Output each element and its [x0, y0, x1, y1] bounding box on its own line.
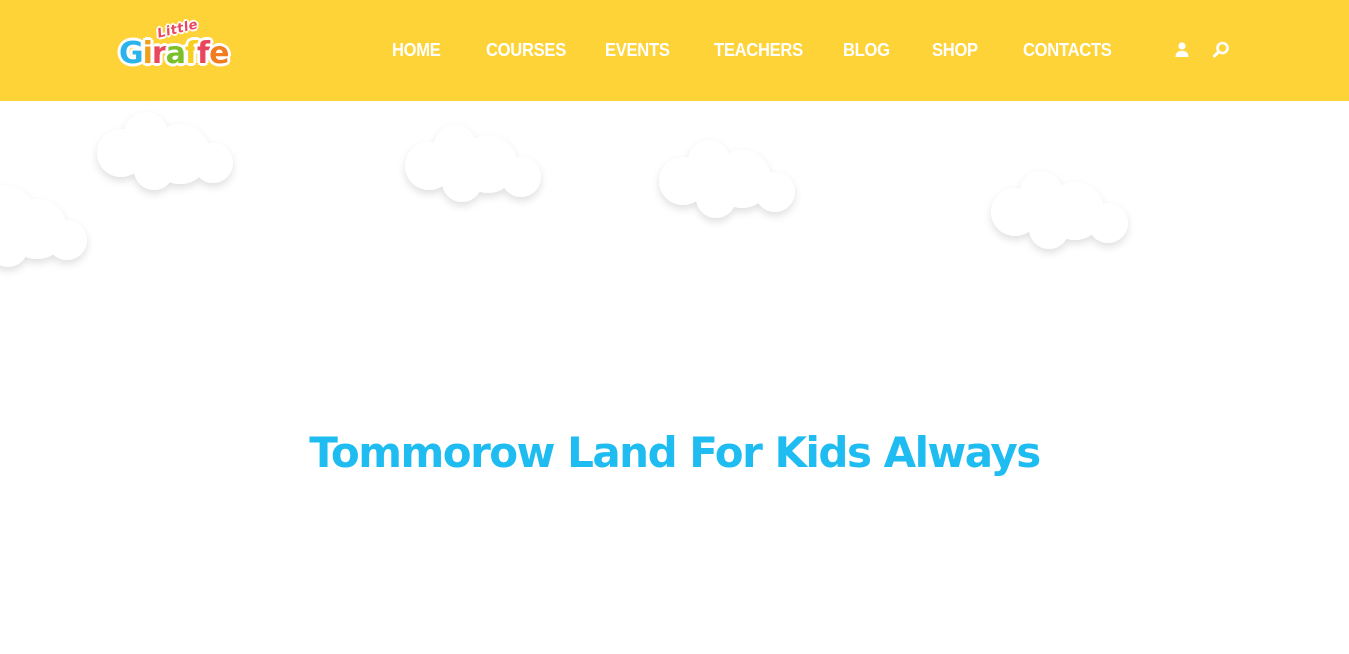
cloud-4 [991, 171, 1128, 249]
cloud-left [0, 185, 87, 267]
nav-item-contacts[interactable]: CONTACTS [1023, 40, 1112, 61]
search-icon[interactable] [1212, 41, 1230, 59]
site-header: Little Giraffe HOME COURSES EVENTS TEACH… [0, 0, 1349, 101]
nav-item-shop[interactable]: SHOP [932, 40, 978, 61]
nav-item-home[interactable]: HOME [392, 40, 441, 61]
logo-main-text: Giraffe [119, 36, 229, 71]
user-icon[interactable] [1173, 41, 1191, 59]
site-logo[interactable]: Little Giraffe [119, 17, 261, 80]
nav-item-teachers[interactable]: TEACHERS [714, 40, 803, 61]
hero-headline: Tommorow Land For Kids Always [309, 428, 1041, 478]
cloud-2 [405, 125, 541, 202]
clouds-decoration [0, 101, 1349, 301]
cloud-3 [659, 140, 795, 218]
nav-item-courses[interactable]: COURSES [486, 40, 566, 61]
nav-item-events[interactable]: EVENTS [605, 40, 670, 61]
cloud-1 [97, 112, 233, 190]
nav-item-blog[interactable]: BLOG [843, 40, 890, 61]
